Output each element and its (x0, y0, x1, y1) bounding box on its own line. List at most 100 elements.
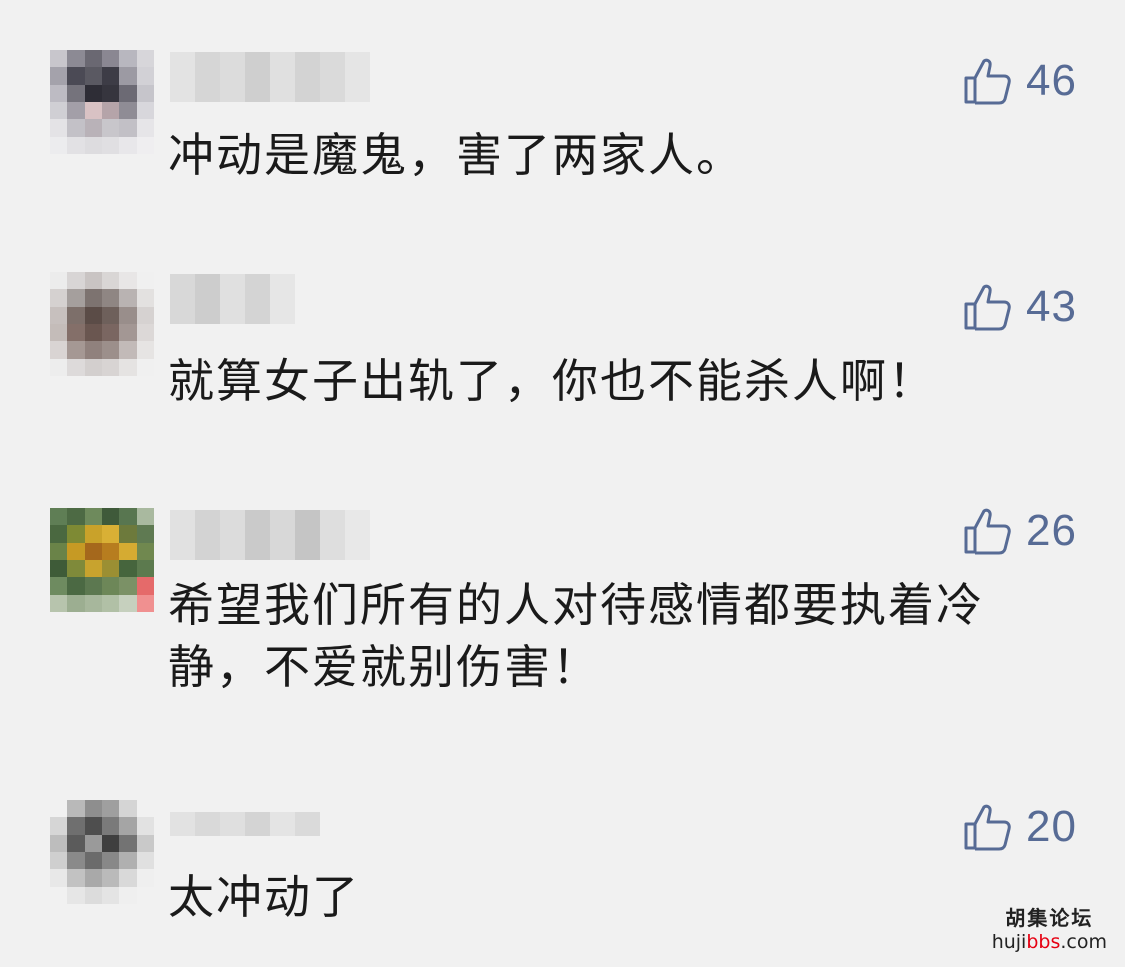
avatar-pixel (50, 542, 68, 560)
watermark-site-name: 胡集论坛 (1005, 906, 1094, 930)
like-button[interactable]: 43 (962, 282, 1077, 332)
nickname-pixel (295, 510, 320, 560)
avatar-pixel (136, 525, 154, 543)
avatar-pixel (84, 869, 102, 887)
avatar-pixel (67, 869, 85, 887)
avatar-pixel (67, 136, 85, 154)
avatar-pixel (136, 508, 154, 526)
avatar-pixel (102, 852, 120, 870)
nickname-pixel (195, 274, 220, 324)
avatar-pixel (119, 577, 137, 595)
avatar[interactable] (50, 272, 154, 376)
avatar-pixel (67, 577, 85, 595)
nickname-pixel (170, 510, 195, 560)
avatar-pixel (67, 84, 85, 102)
avatar-pixel (102, 525, 120, 543)
avatar-pixel (50, 817, 68, 835)
avatar-pixel (136, 119, 154, 137)
avatar-pixel (50, 272, 68, 290)
avatar-pixel (102, 50, 120, 68)
avatar-pixel (50, 869, 68, 887)
avatar-pixel (136, 136, 154, 154)
avatar-pixel (67, 800, 85, 818)
avatar-pixel (50, 289, 68, 307)
nickname-pixel (295, 812, 320, 836)
avatar-pixel (119, 50, 137, 68)
avatar-pixel (84, 577, 102, 595)
avatar-pixel (119, 800, 137, 818)
avatar-pixel (67, 542, 85, 560)
avatar-pixel (67, 594, 85, 612)
avatar-pixel (119, 306, 137, 324)
avatar-pixel (50, 560, 68, 578)
avatar-pixel (50, 886, 68, 904)
avatar-pixel (102, 84, 120, 102)
avatar-pixel (50, 594, 68, 612)
avatar-pixel (84, 289, 102, 307)
avatar-pixel (102, 341, 120, 359)
avatar-pixel (50, 119, 68, 137)
avatar-pixel (102, 577, 120, 595)
like-count: 43 (1026, 282, 1077, 331)
avatar-pixel (102, 136, 120, 154)
avatar-pixel (136, 324, 154, 342)
avatar-pixel (84, 119, 102, 137)
avatar-pixel (50, 84, 68, 102)
avatar-pixel (84, 886, 102, 904)
comment-text: 冲动是魔鬼，害了两家人。 (168, 128, 744, 182)
avatar[interactable] (50, 800, 154, 904)
comment-text: 太冲动了 (168, 870, 360, 924)
avatar-pixel (50, 102, 68, 120)
avatar-pixel (67, 289, 85, 307)
nickname-pixel (270, 52, 295, 102)
like-button[interactable]: 26 (962, 506, 1077, 556)
avatar-pixel (50, 525, 68, 543)
nickname-pixel (170, 52, 195, 102)
thumbs-up-icon (962, 56, 1012, 106)
avatar[interactable] (50, 508, 154, 612)
avatar-pixel (136, 869, 154, 887)
nickname-blurred[interactable] (170, 52, 370, 102)
nickname-blurred[interactable] (170, 812, 320, 836)
avatar-pixel (119, 560, 137, 578)
avatar-pixel (67, 50, 85, 68)
avatar[interactable] (50, 50, 154, 154)
avatar-pixel (84, 852, 102, 870)
avatar-pixel (119, 817, 137, 835)
avatar-pixel (67, 560, 85, 578)
avatar-pixel (136, 852, 154, 870)
avatar-pixel (50, 306, 68, 324)
avatar-pixel (102, 508, 120, 526)
avatar-pixel (84, 800, 102, 818)
avatar-pixel (136, 542, 154, 560)
avatar-pixel (102, 542, 120, 560)
avatar-pixel (136, 560, 154, 578)
avatar-pixel (67, 306, 85, 324)
avatar-pixel (136, 67, 154, 85)
nickname-pixel (320, 52, 345, 102)
avatar-pixel (84, 50, 102, 68)
like-count: 26 (1026, 506, 1077, 555)
avatar-pixel (119, 136, 137, 154)
avatar-pixel (136, 272, 154, 290)
nickname-pixel (245, 52, 270, 102)
nickname-pixel (270, 510, 295, 560)
nickname-blurred[interactable] (170, 510, 370, 560)
nickname-pixel (270, 812, 295, 836)
like-button[interactable]: 46 (962, 56, 1077, 106)
nickname-pixel (220, 274, 245, 324)
nickname-pixel (245, 510, 270, 560)
avatar-pixel (136, 594, 154, 612)
like-button[interactable]: 20 (962, 802, 1077, 852)
avatar-pixel (119, 119, 137, 137)
avatar-pixel (102, 560, 120, 578)
avatar-pixel (136, 341, 154, 359)
avatar-pixel (102, 800, 120, 818)
avatar-pixel (50, 508, 68, 526)
avatar-pixel (136, 50, 154, 68)
nickname-blurred[interactable] (170, 274, 295, 324)
avatar-pixel (102, 67, 120, 85)
avatar-pixel (84, 594, 102, 612)
avatar-pixel (67, 67, 85, 85)
avatar-pixel (50, 358, 68, 376)
